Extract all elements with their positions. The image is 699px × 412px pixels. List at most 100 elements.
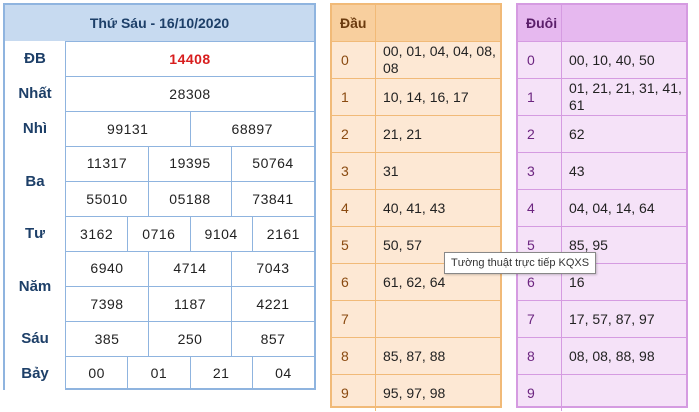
duoi-digit: 1 <box>518 79 562 115</box>
dau-digit: 4 <box>332 190 376 226</box>
prize-label: Sáu <box>5 321 66 356</box>
prize-numbers: 3162 0716 9104 2161 <box>66 216 314 251</box>
duoi-header-label: Đuôi <box>518 5 562 41</box>
dau-header: Đầu <box>332 5 500 42</box>
prize-row: Nhất 28308 <box>5 76 314 112</box>
prize-row: Tư 3162 0716 9104 2161 <box>5 216 314 252</box>
duoi-table: Đuôi 0 00, 10, 40, 50 1 01, 21, 21, 31, 41,… <box>516 3 688 411</box>
prize-number: 6940 <box>90 260 124 277</box>
duoi-digit: 7 <box>518 301 562 337</box>
prize-number-row: 99131 68897 <box>66 111 314 146</box>
dau-numbers: 21, 21 <box>383 125 422 142</box>
dau-numbers: 85, 87, 88 <box>383 347 446 364</box>
duoi-row-9: 9 <box>518 375 686 411</box>
duoi-row-0: 0 00, 10, 40, 50 <box>518 42 686 79</box>
duoi-digit: 9 <box>518 375 562 411</box>
prize-number: 385 <box>94 330 120 347</box>
prize-number: 00 <box>88 365 105 381</box>
prize-number-row: 00 01 21 04 <box>66 356 314 390</box>
prize-label: Ba <box>5 146 66 216</box>
live-results-tooltip: Tường thuật trực tiếp KQXS <box>444 252 597 274</box>
prize-number-row: 55010 05188 73841 <box>66 180 314 216</box>
dau-row-1: 1 10, 14, 16, 17 <box>332 79 500 116</box>
prize-row: Nhì 99131 68897 <box>5 111 314 147</box>
prize-number: 1187 <box>148 286 231 321</box>
prize-number: 11317 <box>86 155 128 172</box>
prize-number: 0716 <box>127 216 189 251</box>
dau-row-3: 3 31 <box>332 153 500 190</box>
duoi-header: Đuôi <box>518 5 686 42</box>
dau-header-label: Đầu <box>332 5 376 41</box>
prize-row: Sáu 385 250 857 <box>5 321 314 357</box>
duoi-row-1: 1 01, 21, 21, 31, 41, 61 <box>518 79 686 116</box>
dau-table: Đầu 0 00, 01, 04, 04, 08, 08 1 10, 14, 16, … <box>330 3 502 411</box>
duoi-numbers: 62 <box>569 125 585 142</box>
prize-number: 19395 <box>148 146 231 181</box>
prize-row: Năm 6940 4714 7043 7398 1187 4221 <box>5 251 314 322</box>
prize-row: Bảy 00 01 21 04 <box>5 356 314 390</box>
prize-label: Bảy <box>5 356 66 390</box>
prize-number: 3162 <box>80 225 114 242</box>
prize-numbers: 385 250 857 <box>66 321 314 356</box>
prize-number: 50764 <box>231 146 314 181</box>
prize-numbers: 11317 19395 50764 55010 05188 73841 <box>66 146 314 216</box>
duoi-numbers: 17, 57, 87, 97 <box>569 310 655 327</box>
prize-numbers: 6940 4714 7043 7398 1187 4221 <box>66 251 314 321</box>
prize-number-row: 3162 0716 9104 2161 <box>66 216 314 251</box>
dau-digit: 8 <box>332 338 376 374</box>
prize-numbers: 99131 68897 <box>66 111 314 146</box>
dau-row-9: 9 95, 97, 98 <box>332 375 500 411</box>
duoi-digit: 4 <box>518 190 562 226</box>
dau-digit: 7 <box>332 301 376 337</box>
dau-digit: 1 <box>332 79 376 115</box>
prize-numbers: 14408 <box>66 41 314 76</box>
dau-digit: 5 <box>332 227 376 263</box>
prize-label: Tư <box>5 216 66 251</box>
duoi-digit: 0 <box>518 42 562 78</box>
special-prize-number: 14408 <box>169 50 211 67</box>
prize-label: Nhì <box>5 111 66 146</box>
duoi-row-2: 2 62 <box>518 116 686 153</box>
prize-number: 55010 <box>86 190 128 207</box>
prize-number: 4714 <box>148 251 231 286</box>
prize-number-row: 11317 19395 50764 <box>66 146 314 181</box>
prize-number-row: 385 250 857 <box>66 321 314 356</box>
duoi-row-4: 4 04, 04, 14, 64 <box>518 190 686 227</box>
prize-number: 250 <box>148 321 231 356</box>
prize-number: 7043 <box>231 251 314 286</box>
prize-number-row: 7398 1187 4221 <box>66 285 314 321</box>
prize-number: 857 <box>231 321 314 356</box>
prize-numbers: 00 01 21 04 <box>66 356 314 390</box>
prize-number: 2161 <box>251 216 314 251</box>
duoi-digit: 2 <box>518 116 562 152</box>
prize-number: 68897 <box>189 111 315 146</box>
duoi-numbers: 04, 04, 14, 64 <box>569 199 655 216</box>
prize-number: 9104 <box>189 216 252 251</box>
duoi-digit: 8 <box>518 338 562 374</box>
dau-digit: 2 <box>332 116 376 152</box>
dau-numbers <box>376 301 500 337</box>
prize-row: ĐB 14408 <box>5 41 314 77</box>
prize-number: 28308 <box>169 85 211 102</box>
prize-label: Năm <box>5 251 66 321</box>
dau-row-4: 4 40, 41, 43 <box>332 190 500 227</box>
prize-number: 73841 <box>231 181 314 216</box>
prize-label: ĐB <box>5 41 66 76</box>
prize-number: 4221 <box>231 286 314 321</box>
duoi-numbers: 00, 10, 40, 50 <box>569 51 655 68</box>
prize-number: 7398 <box>90 295 124 312</box>
prize-number-row: 6940 4714 7043 <box>66 251 314 286</box>
duoi-numbers: 01, 21, 21, 31, 41, 61 <box>569 80 682 113</box>
duoi-row-8: 8 08, 08, 88, 98 <box>518 338 686 375</box>
dau-digit: 6 <box>332 264 376 300</box>
duoi-numbers: 43 <box>569 162 585 179</box>
duoi-row-7: 7 17, 57, 87, 97 <box>518 301 686 338</box>
prize-number: 04 <box>251 356 314 390</box>
dau-numbers: 10, 14, 16, 17 <box>383 88 469 105</box>
prize-label: Nhất <box>5 76 66 111</box>
results-table: Thứ Sáu - 16/10/2020 ĐB 14408 Nhất 28308 Nhì… <box>3 3 316 390</box>
dau-row-0: 0 00, 01, 04, 04, 08, 08 <box>332 42 500 79</box>
dau-row-8: 8 85, 87, 88 <box>332 338 500 375</box>
prize-row: Ba 11317 19395 50764 55010 05188 73841 <box>5 146 314 217</box>
dau-numbers: 00, 01, 04, 04, 08, 08 <box>383 43 496 76</box>
